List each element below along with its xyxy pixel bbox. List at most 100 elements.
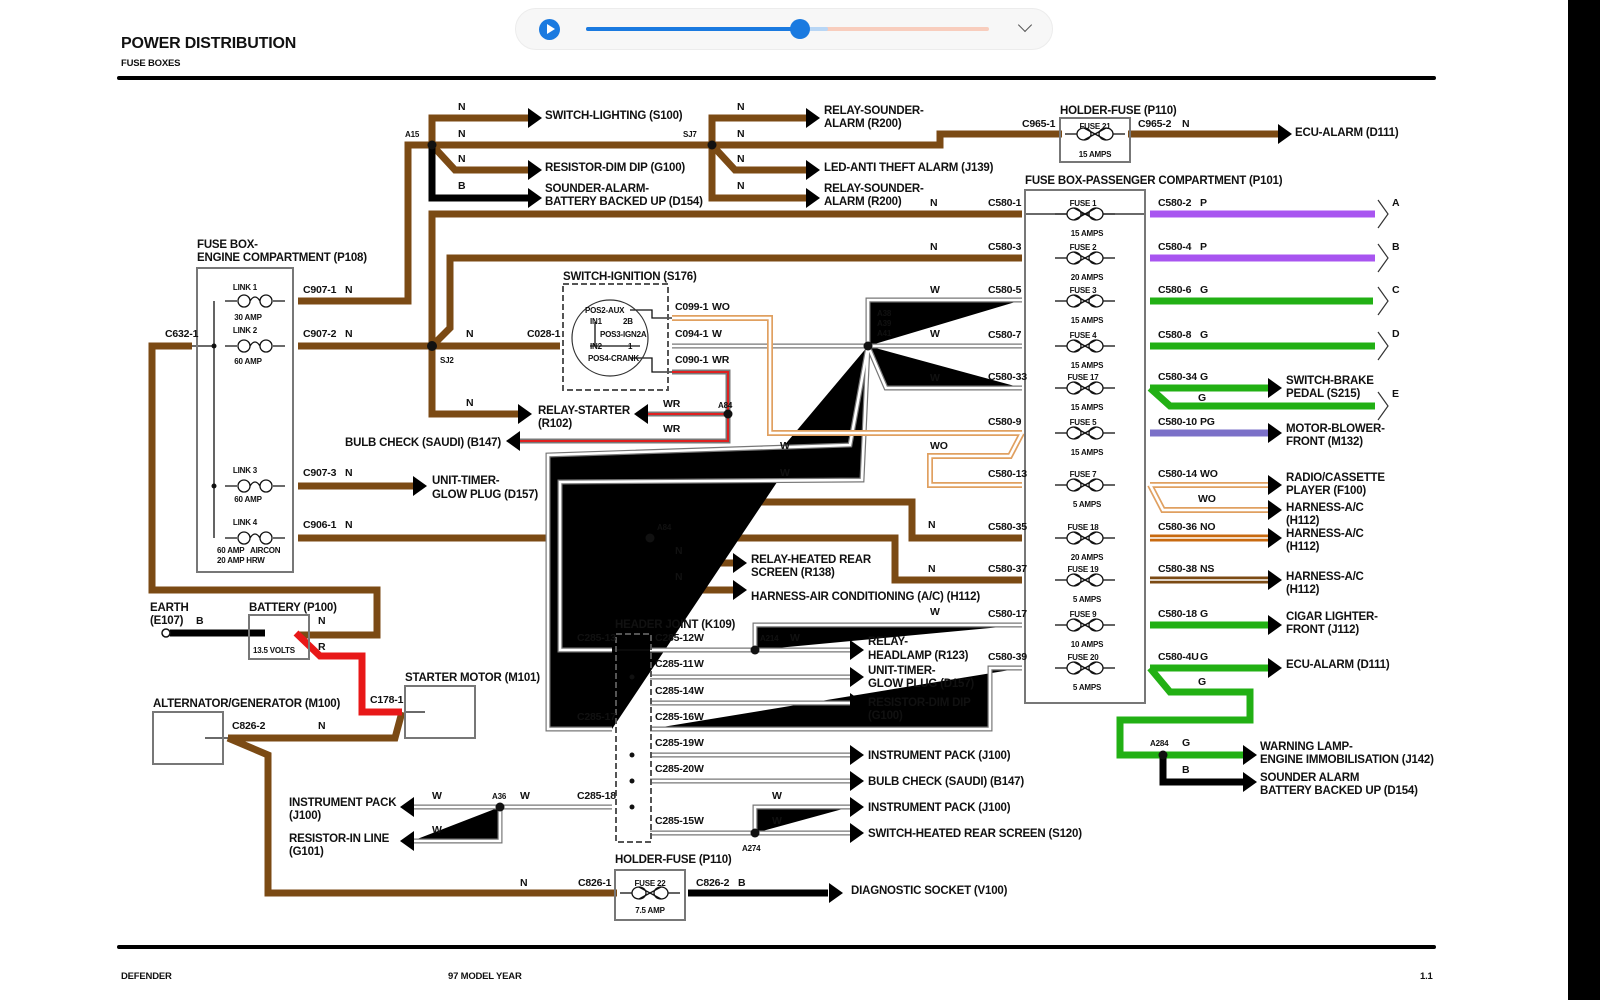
conn-label: A41	[877, 329, 892, 338]
conn-label: A274	[742, 844, 761, 853]
conn-label: C285-18	[577, 790, 616, 802]
label-cigar: CIGAR LIGHTER-	[1286, 611, 1378, 623]
conn-label: C826-1	[578, 877, 612, 889]
fuse-name: FUSE 7	[1070, 470, 1098, 479]
wire-code: W	[772, 790, 782, 802]
label-relay-headlamp: RELAY-	[868, 636, 908, 648]
label-resistor-in-line: RESISTOR-IN LINE	[289, 833, 390, 845]
conn-out-label: C580-4U	[1158, 651, 1199, 663]
link-rating: 60 AMP AIRCON	[217, 546, 281, 555]
fuse-rating: 15 AMPS	[1071, 403, 1104, 412]
label-relay-heated-2: SCREEN (R138)	[751, 567, 835, 579]
wire-code: B	[1182, 764, 1190, 776]
wire-code: B	[458, 180, 466, 192]
label-warning-lamp: WARNING LAMP-	[1260, 741, 1353, 753]
label-harness-ac-1: HARNESS-A/C	[1286, 502, 1364, 514]
wire-code: W	[712, 328, 722, 340]
footer-page: 1.1	[1420, 971, 1434, 982]
earth-terminal	[161, 628, 171, 638]
conn-in-label: C580-17	[988, 608, 1027, 620]
conn-label: C178-1	[370, 694, 404, 706]
label-fusebox-engine-2: ENGINE COMPARTMENT (P108)	[197, 252, 367, 264]
conn-in-label: C580-37	[988, 563, 1027, 575]
pin-pos4: POS4-CRANK	[588, 354, 639, 363]
wire-code: R	[318, 641, 326, 653]
seek-slider[interactable]	[586, 19, 989, 39]
label-switch-ignition: SWITCH-IGNITION (S176)	[563, 271, 697, 283]
media-player-bar	[515, 8, 1053, 50]
wire-code: W	[432, 824, 442, 836]
fuse-rating: 10 AMPS	[1071, 640, 1104, 649]
wire-code: P	[1200, 241, 1207, 253]
label-radio-2: PLAYER (F100)	[1286, 485, 1366, 497]
label-resistor-dim-b: RESISTOR-DIM DIP	[868, 697, 971, 709]
conn-label: C285-20	[655, 763, 694, 775]
fuse-name: FUSE 17	[1067, 373, 1099, 382]
label-harness-ac-3: HARNESS-A/C	[1286, 571, 1364, 583]
label-relay-heated: RELAY-HEATED REAR	[751, 554, 872, 566]
play-icon[interactable]	[539, 19, 560, 40]
label-unit-timer-2: GLOW PLUG (D157)	[432, 489, 538, 501]
label-bulb-check-b: BULB CHECK (SAUDI) (B147)	[868, 776, 1024, 788]
link-name: LINK 3	[233, 466, 258, 475]
continuation-d: D	[1392, 328, 1400, 340]
label-alternator: ALTERNATOR/GENERATOR (M100)	[153, 698, 341, 710]
wire-code: G	[1200, 371, 1208, 383]
wire-code: N	[345, 284, 352, 296]
conn-label: C285-19	[655, 737, 694, 749]
conn-in-label: C580-13	[988, 468, 1027, 480]
holder-fuse-22-rating: 7.5 AMP	[635, 906, 665, 915]
wire-code: N	[930, 197, 937, 209]
wire-code: P	[1200, 197, 1207, 209]
conn-out-label: C580-6	[1158, 284, 1192, 296]
wire-code: PG	[1200, 416, 1215, 428]
conn-label: C285-14	[655, 685, 694, 697]
label-relay-headlamp-2: HEADLAMP (R123)	[868, 650, 969, 662]
fuse-name: FUSE 20	[1067, 653, 1099, 662]
conn-out-label: C580-36	[1158, 521, 1197, 533]
seek-progress	[586, 27, 800, 31]
label-instrument-pack-left: INSTRUMENT PACK	[289, 797, 397, 809]
fuse-rating: 15 AMPS	[1071, 229, 1104, 238]
pin-in2: IN2	[590, 342, 603, 351]
wire-code: G	[1198, 392, 1206, 404]
footer-model: DEFENDER	[121, 971, 172, 982]
seek-thumb[interactable]	[789, 19, 810, 39]
conn-out-label: C580-38	[1158, 563, 1197, 575]
conn-label: SJ2	[440, 356, 454, 365]
label-harness-air: HARNESS-AIR CONDITIONING (A/C) (H112)	[751, 591, 980, 603]
label-harness-ac-2b: (H112)	[1286, 541, 1320, 553]
label-sounder-b: SOUNDER ALARM	[1260, 772, 1359, 784]
link-rating: 60 AMP	[234, 357, 262, 366]
conn-in-label: C580-9	[988, 416, 1022, 428]
label-earth: EARTH	[150, 602, 189, 614]
conn-label: C285-12	[655, 632, 694, 644]
wire-code: N	[930, 241, 937, 253]
conn-out-label: C580-34	[1158, 371, 1197, 383]
wire-code: N	[737, 128, 744, 140]
wire-code: N	[675, 545, 682, 557]
wire-code: N	[318, 615, 325, 627]
holder-fuse-21-rating: 15 AMPS	[1079, 150, 1112, 159]
wire-code: W	[694, 815, 704, 827]
label-battery-volts: 13.5 VOLTS	[253, 646, 296, 655]
wire-code: G	[1198, 676, 1206, 688]
chevron-down-icon[interactable]	[1017, 17, 1033, 33]
label-starter-motor: STARTER MOTOR (M101)	[405, 672, 540, 684]
fuse-name: FUSE 1	[1070, 199, 1098, 208]
label-bulb-check: BULB CHECK (SAUDI) (B147)	[345, 437, 501, 449]
fuse-rating: 5 AMPS	[1073, 683, 1102, 692]
wire-code: N	[458, 101, 465, 113]
label-unit-timer-b: UNIT-TIMER-	[868, 665, 936, 677]
label-resistor-dim-dip: RESISTOR-DIM DIP (G100)	[545, 162, 685, 174]
conn-label: C965-1	[1022, 118, 1056, 130]
wire-code: W	[520, 790, 530, 802]
link-rating: 30 AMP	[234, 313, 262, 322]
fusebox-engine-labels: LINK 1 30 AMP LINK 2 60 AMP LINK 3 60 AM…	[217, 283, 281, 565]
wire-code: NS	[1200, 563, 1214, 575]
wire-code: N	[737, 101, 744, 113]
wire-code: N	[520, 877, 527, 889]
label-instrument-pack-left-2: (J100)	[289, 810, 321, 822]
fuse-name: FUSE 19	[1067, 565, 1099, 574]
conn-label: C965-2	[1138, 118, 1172, 130]
